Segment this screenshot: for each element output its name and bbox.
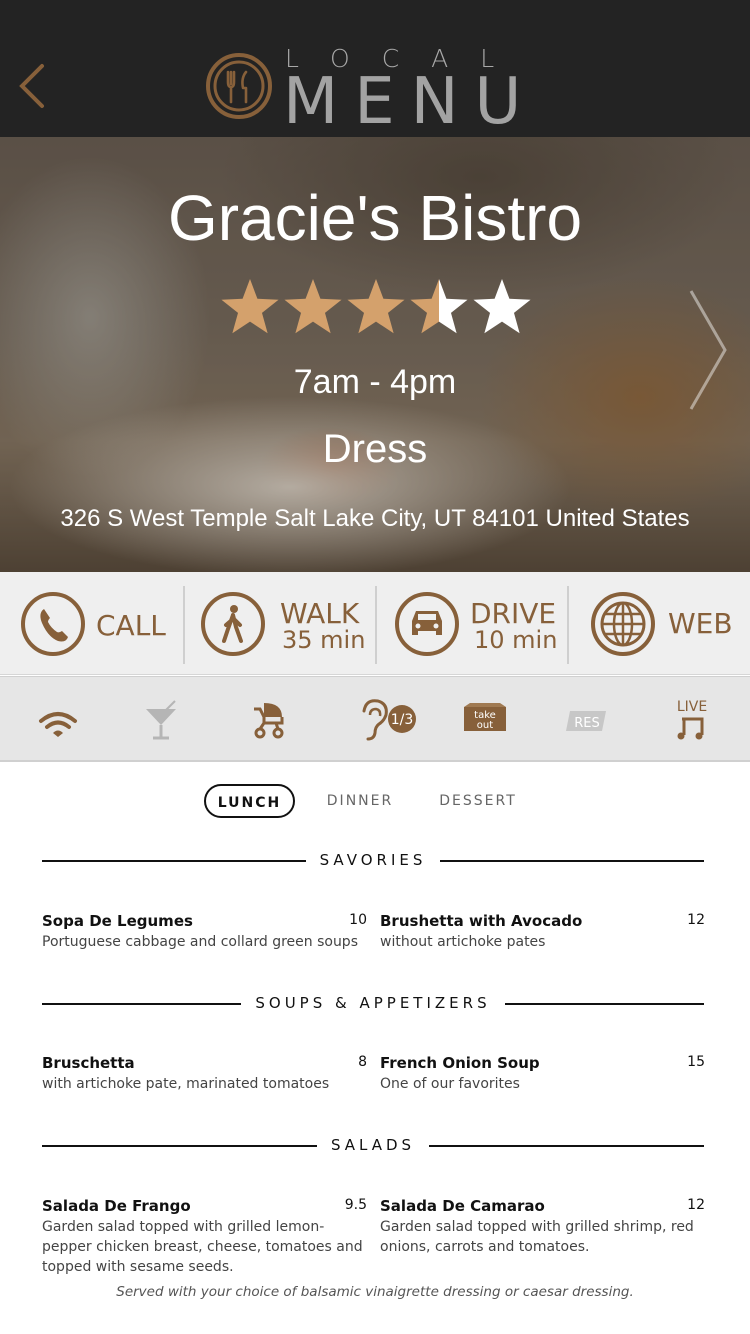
menu-item-name: Salada De Camarao xyxy=(380,1197,545,1215)
web-button[interactable]: WEB xyxy=(570,572,750,675)
takeout-icon: take out xyxy=(464,703,506,731)
tab-dessert[interactable]: DESSERT xyxy=(432,784,524,818)
star-icon xyxy=(410,279,468,334)
svg-text:RES: RES xyxy=(574,716,600,731)
app-header: LOCAL MENU xyxy=(0,0,750,137)
menu-footnote: Served with your choice of balsamic vina… xyxy=(116,1284,634,1300)
walk-icon xyxy=(201,592,265,656)
cocktail-icon xyxy=(146,700,176,740)
walk-label: WALK xyxy=(280,597,360,630)
amenities-bar: 1/3 take out RES LIVE xyxy=(0,676,750,762)
section-heading-soups-appetizers: SOUPS & APPETIZERS xyxy=(42,993,704,1013)
section-heading-salads: SALADS xyxy=(42,1135,704,1155)
section-title: SOUPS & APPETIZERS xyxy=(241,994,505,1012)
tab-lunch[interactable]: LUNCH xyxy=(204,784,295,818)
restaurant-name: Gracie's Bistro xyxy=(167,182,583,254)
live-music-icon: LIVE xyxy=(677,699,707,740)
web-label: WEB xyxy=(668,607,733,640)
restaurant-address[interactable]: 326 S West Temple Salt Lake City, UT 841… xyxy=(0,505,750,533)
call-button[interactable]: CALL xyxy=(0,572,184,675)
drive-label: DRIVE xyxy=(470,597,557,630)
restaurant-hero: Gracie's Bistro 7am - 4pm Dress 326 S We… xyxy=(0,137,750,572)
rating-stars xyxy=(221,279,531,334)
restaurant-dress: Dress xyxy=(322,427,428,471)
menu-item-description: without artichoke pates xyxy=(380,934,546,950)
svg-text:out: out xyxy=(477,720,493,731)
phone-icon xyxy=(21,592,85,656)
menu-item-price: 12 xyxy=(687,1197,705,1213)
menu-item-description: with artichoke pate, marinated tomatoes xyxy=(42,1076,330,1092)
menu-item-description: Garden salad topped with grilled shrimp,… xyxy=(380,1219,694,1255)
restaurant-hours: 7am - 4pm xyxy=(293,363,457,401)
car-icon xyxy=(395,592,459,656)
section-title: SAVORIES xyxy=(305,851,441,869)
menu-item-name: Salada De Frango xyxy=(42,1197,191,1215)
walk-button[interactable]: WALK 35 min xyxy=(186,572,376,675)
menu-item-description: One of our favorites xyxy=(380,1076,520,1092)
chevron-left-icon[interactable] xyxy=(14,58,54,114)
menu-item-name: Brushetta with Avocado xyxy=(380,912,583,930)
drive-time: 10 min xyxy=(474,626,558,654)
menu-item-name: Sopa De Legumes xyxy=(42,912,193,930)
svg-text:LIVE: LIVE xyxy=(677,699,707,715)
menu-item-description: Portuguese cabbage and collard green sou… xyxy=(42,934,358,950)
menu-item-price: 12 xyxy=(687,912,705,928)
menu-item-name: Bruschetta xyxy=(42,1054,135,1072)
menu-tabs: LUNCH DINNER DESSERT xyxy=(0,784,750,820)
wifi-icon xyxy=(39,712,77,737)
logo-menu-text: MENU xyxy=(283,65,538,139)
drive-button[interactable]: DRIVE 10 min xyxy=(378,572,568,675)
hearing-badge: 1/3 xyxy=(391,712,414,728)
globe-icon xyxy=(591,592,655,656)
star-icon xyxy=(473,279,531,334)
menu-item-price: 9.5 xyxy=(344,1197,367,1213)
action-divider xyxy=(567,586,569,664)
action-divider xyxy=(375,586,377,664)
call-label: CALL xyxy=(96,609,166,642)
menu-item-price: 10 xyxy=(349,912,367,928)
chevron-right-icon[interactable] xyxy=(685,285,735,415)
app-logo: LOCAL MENU xyxy=(205,44,545,134)
star-icon xyxy=(221,279,279,334)
walk-time: 35 min xyxy=(282,626,366,654)
menu-item-name: French Onion Soup xyxy=(380,1054,540,1072)
stroller-icon xyxy=(254,703,284,739)
menu-item-price: 15 xyxy=(687,1054,705,1070)
menu-item-price: 8 xyxy=(358,1054,367,1070)
section-title: SALADS xyxy=(316,1136,430,1154)
tab-dinner[interactable]: DINNER xyxy=(318,784,402,818)
star-icon xyxy=(284,279,342,334)
action-divider xyxy=(183,586,185,664)
reservation-icon: RES xyxy=(566,711,606,731)
section-heading-savories: SAVORIES xyxy=(42,850,704,870)
fork-knife-logo-icon xyxy=(206,53,272,119)
action-bar: CALL WALK 35 min DRIVE 10 min WEB xyxy=(0,572,750,675)
menu-item-description: Garden salad topped with grilled lemon-p… xyxy=(42,1219,363,1275)
star-icon xyxy=(347,279,405,334)
hearing-icon: 1/3 xyxy=(362,699,416,741)
